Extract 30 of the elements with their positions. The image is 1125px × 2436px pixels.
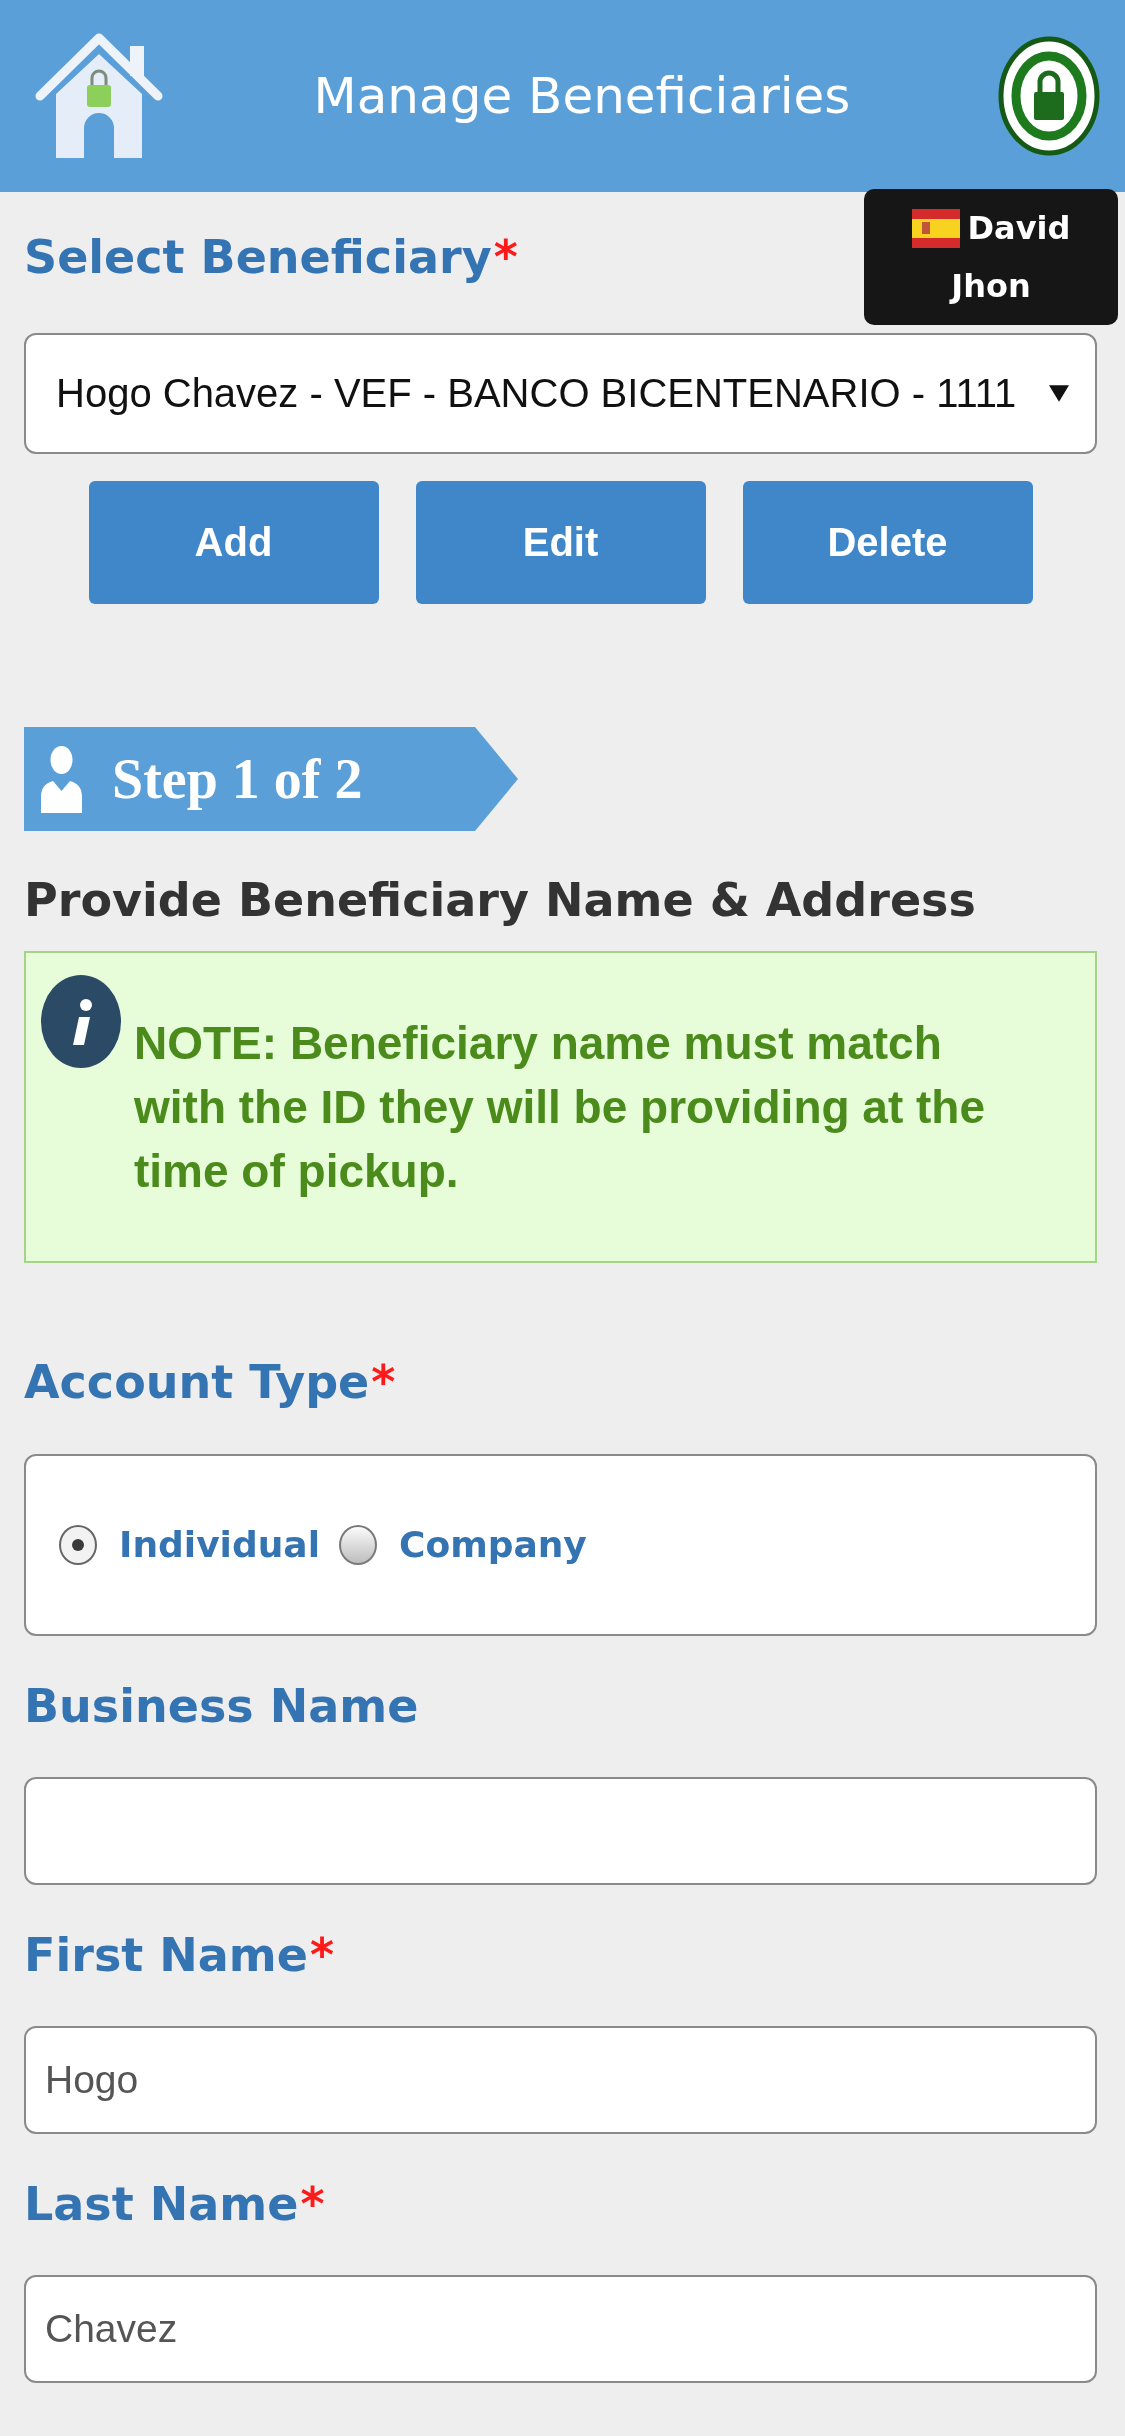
note-text: NOTE: Beneficiary name must match with the ID they will be providing at the time of pickup. [134,1016,987,1199]
section-title: Provide Beneficiary Name & Address [24,872,977,929]
required-mark: * [300,2177,325,2231]
text-field[interactable]: Chavez [24,2275,1097,2383]
info-icon [41,975,121,1068]
person-icon [39,745,84,813]
step-label: Step 1 of 2 [112,747,363,811]
radio-label[interactable]: Individual [119,1521,320,1569]
beneficiary-dropdown[interactable]: Hogo Chavez - VEF - BANCO BICENTENARIO - 1111 [24,333,1097,454]
action-button[interactable]: Add [88,481,379,604]
field-label: Business Name [24,1679,419,1733]
field-label: Account Type [24,1355,370,1409]
text-field[interactable] [24,1777,1097,1885]
required-mark: * [309,1928,334,1982]
user-name: David Jhon [951,209,1071,305]
radio-label[interactable]: Company [399,1521,587,1569]
page-title: Manage Beneficiaries [313,66,851,127]
field-label: First Name [24,1928,308,1982]
caret-icon [1049,385,1069,402]
required-mark: * [371,1355,396,1409]
field-label: Select Beneficiary [24,230,492,284]
action-button[interactable]: Edit [415,481,706,604]
flag-icon [911,208,960,248]
text-field[interactable]: Hogo [24,2026,1097,2134]
radio-button[interactable] [339,1525,377,1565]
field-label: Last Name [24,2177,299,2231]
radio-button[interactable] [59,1525,97,1565]
lock-icon[interactable] [998,36,1100,156]
required-mark: * [493,230,518,284]
action-button[interactable]: Delete [742,481,1033,604]
